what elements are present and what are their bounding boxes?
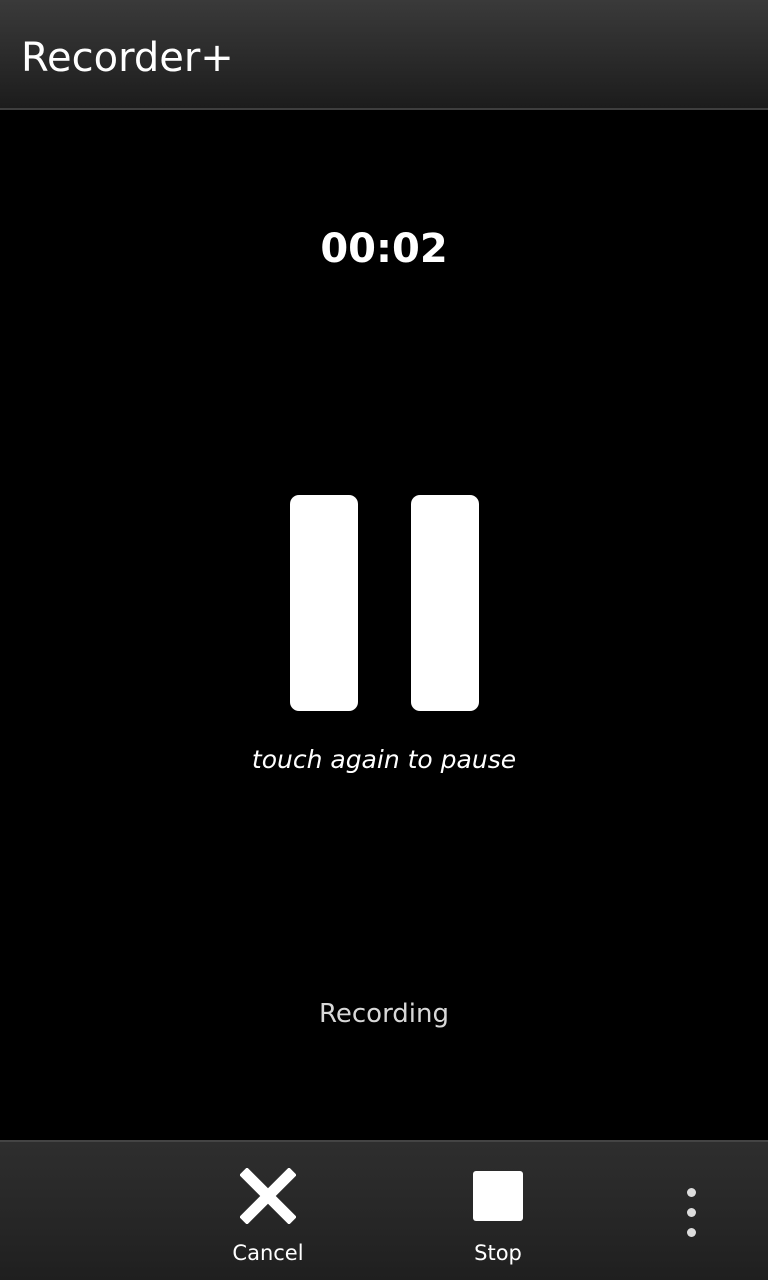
stop-label: Stop	[474, 1241, 522, 1265]
overflow-menu-button[interactable]	[660, 1142, 724, 1280]
cancel-button[interactable]: Cancel	[188, 1142, 348, 1280]
close-icon	[240, 1168, 296, 1224]
stop-icon	[470, 1168, 526, 1224]
pause-hint: touch again to pause	[251, 745, 517, 774]
more-vertical-icon-dot	[687, 1228, 696, 1237]
elapsed-time: 00:02	[320, 226, 448, 272]
recorder-screen: Recorder+ 00:02 touch again to pause Rec…	[0, 0, 768, 1280]
app-title: Recorder+	[21, 35, 234, 81]
pause-icon-bar	[411, 495, 479, 711]
title-bar: Recorder+	[0, 0, 768, 110]
pause-button[interactable]	[282, 486, 488, 720]
action-bar: Cancel Stop	[0, 1140, 768, 1280]
recording-status: Recording	[318, 999, 450, 1029]
more-vertical-icon	[687, 1188, 696, 1197]
stop-button[interactable]: Stop	[418, 1142, 578, 1280]
more-vertical-icon-dot	[687, 1208, 696, 1217]
cancel-label: Cancel	[232, 1241, 304, 1265]
pause-icon	[290, 495, 358, 711]
